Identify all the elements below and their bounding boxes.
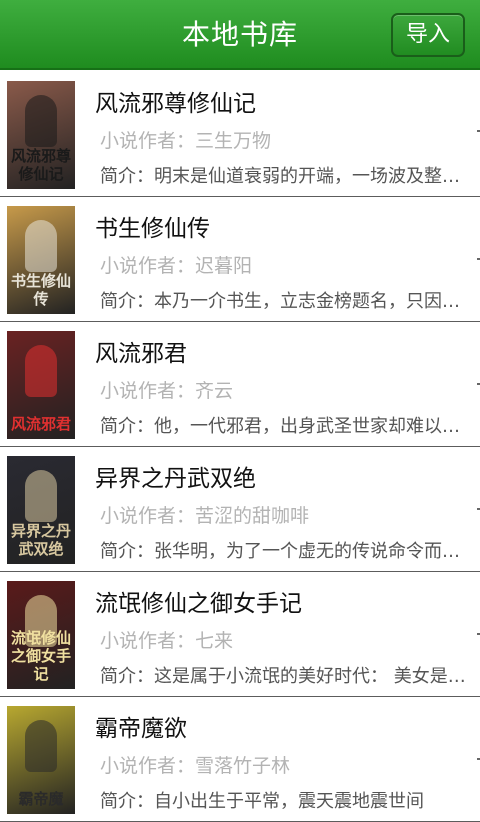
book-item[interactable]: 异界之丹武双绝 异界之丹武双绝 小说作者：苦涩的甜咖啡 简介：张华明，为了一个虚…: [0, 447, 480, 572]
book-cover: 霸帝魔: [7, 706, 75, 814]
book-item[interactable]: 风流邪尊修仙记 风流邪尊修仙记 小说作者：三生万物 简介：明末是仙道衰弱的开端，…: [0, 72, 480, 197]
book-summary: 简介：他，一代邪君，出身武圣世家却难以修炼: [100, 416, 470, 437]
book-item[interactable]: 流氓修仙之御女手记 流氓修仙之御女手记 小说作者：七来 简介：这是属于小流氓的美…: [0, 572, 480, 697]
book-summary: 简介：张华明，为了一个虚无的传说命令而穿越异界: [100, 541, 470, 562]
cover-title: 异界之丹武双绝: [10, 522, 71, 558]
book-item[interactable]: 霸帝魔 霸帝魔欲 小说作者：雪落竹子林 简介：自小出生于平常，震天震地震世间: [0, 697, 480, 822]
book-author: 小说作者：齐云: [100, 380, 234, 402]
import-button[interactable]: 导入: [391, 13, 465, 57]
book-item[interactable]: 书生修仙传 书生修仙传 小说作者：迟暮阳 简介：本乃一介书生，立志金榜题名，只因…: [0, 197, 480, 322]
book-item[interactable]: 风流邪君 风流邪君 小说作者：齐云 简介：他，一代邪君，出身武圣世家却难以修炼: [0, 322, 480, 447]
book-cover: 风流邪君: [7, 331, 75, 439]
book-author: 小说作者：迟暮阳: [100, 255, 253, 277]
book-cover: 流氓修仙之御女手记: [7, 581, 75, 689]
book-title: 异界之丹武双绝: [95, 466, 256, 492]
book-list: 风流邪尊修仙记 风流邪尊修仙记 小说作者：三生万物 简介：明末是仙道衰弱的开端，…: [0, 72, 480, 822]
cover-title: 流氓修仙之御女手记: [10, 629, 71, 683]
cover-title: 霸帝魔: [18, 790, 64, 808]
book-author: 小说作者：七来: [100, 630, 234, 652]
book-author: 小说作者：三生万物: [100, 130, 272, 152]
book-summary: 简介：这是属于小流氓的美好时代： 美女是他的最爱: [100, 666, 470, 687]
book-summary: 简介：自小出生于平常，震天震地震世间: [100, 791, 424, 812]
book-summary: 简介：明末是仙道衰弱的开端，一场波及整个修仙界的浩劫: [100, 166, 470, 187]
book-cover: 书生修仙传: [7, 206, 75, 314]
cover-title: 风流邪君: [10, 415, 71, 433]
cover-title: 书生修仙传: [10, 272, 71, 308]
book-cover: 风流邪尊修仙记: [7, 81, 75, 189]
book-author: 小说作者：苦涩的甜咖啡: [100, 505, 310, 527]
cover-title: 风流邪尊修仙记: [10, 147, 71, 183]
book-author: 小说作者：雪落竹子林: [100, 755, 291, 777]
book-title: 风流邪尊修仙记: [95, 91, 256, 117]
book-title: 风流邪君: [95, 341, 187, 367]
book-title: 书生修仙传: [95, 216, 210, 242]
book-title: 流氓修仙之御女手记: [95, 591, 302, 617]
app-header: 本地书库 导入: [0, 0, 480, 70]
book-cover: 异界之丹武双绝: [7, 456, 75, 564]
book-summary: 简介：本乃一介书生，立志金榜题名，只因一场变故: [100, 291, 470, 312]
book-title: 霸帝魔欲: [95, 716, 187, 742]
